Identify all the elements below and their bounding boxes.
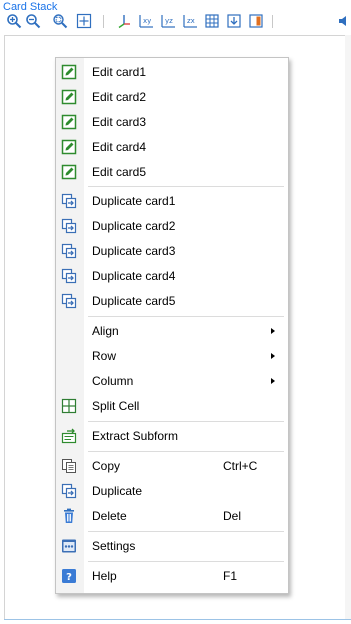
shortcut-label: Del — [223, 509, 242, 523]
svg-text:xy: xy — [143, 17, 151, 25]
menu-item-edit-card5[interactable]: Edit card5 — [56, 160, 288, 184]
download-icon[interactable] — [225, 12, 243, 30]
menu-item-label: Duplicate card5 — [92, 294, 176, 308]
edit-icon — [61, 89, 77, 105]
menu-item-settings[interactable]: Settings — [56, 534, 288, 558]
duplicate-icon — [61, 193, 77, 209]
menu-item-label: Help — [92, 569, 117, 583]
menu-item-extract-subform[interactable]: Extract Subform — [56, 424, 288, 448]
duplicate-icon — [61, 293, 77, 309]
menu-separator — [88, 186, 284, 187]
split-cell-icon — [61, 398, 77, 414]
zoom-box-icon[interactable] — [51, 12, 69, 30]
menu-item-edit-card3[interactable]: Edit card3 — [56, 110, 288, 134]
edit-icon — [61, 139, 77, 155]
menu-item-duplicate-card3[interactable]: Duplicate card3 — [56, 239, 288, 263]
menu-item-label: Edit card1 — [92, 65, 147, 79]
menu-item-align[interactable]: Align — [56, 319, 288, 343]
submenu-arrow-icon — [271, 328, 275, 334]
menu-item-label: Row — [92, 349, 117, 363]
shortcut-label: F1 — [223, 569, 238, 583]
settings-icon — [61, 538, 77, 554]
menu-item-label: Copy — [92, 459, 121, 473]
menu-item-row[interactable]: Row — [56, 344, 288, 368]
menu-item-help[interactable]: ? Help F1 — [56, 564, 288, 588]
menu-item-label: Edit card2 — [92, 90, 147, 104]
menu-item-label: Column — [92, 374, 134, 388]
menu-item-label: Duplicate card4 — [92, 269, 176, 283]
panel-bottom-border — [4, 619, 351, 620]
menu-item-label: Duplicate card3 — [92, 244, 176, 258]
duplicate-icon — [61, 218, 77, 234]
menu-item-duplicate-card2[interactable]: Duplicate card2 — [56, 214, 288, 238]
menu-item-label: Edit card5 — [92, 165, 147, 179]
duplicate-icon — [61, 483, 77, 499]
menu-item-split-cell[interactable]: Split Cell — [56, 394, 288, 418]
panel-icon[interactable] — [247, 12, 265, 30]
menu-item-label: Duplicate — [92, 484, 143, 498]
duplicate-icon — [61, 243, 77, 259]
menu-item-duplicate-card4[interactable]: Duplicate card4 — [56, 264, 288, 288]
table-icon[interactable] — [203, 12, 221, 30]
copy-icon — [61, 458, 77, 474]
menu-item-edit-card1[interactable]: Edit card1 — [56, 60, 288, 84]
delete-icon — [61, 508, 77, 524]
shortcut-label: Ctrl+C — [223, 459, 258, 473]
menu-separator — [88, 451, 284, 452]
submenu-arrow-icon — [271, 378, 275, 384]
menu-item-label: Extract Subform — [92, 429, 179, 443]
menu-separator — [88, 531, 284, 532]
menu-item-label: Duplicate card2 — [92, 219, 176, 233]
menu-separator — [88, 316, 284, 317]
scrollbar[interactable] — [345, 35, 351, 619]
svg-text:zx: zx — [187, 17, 195, 25]
menu-item-label: Delete — [92, 509, 127, 523]
svg-text:yz: yz — [165, 17, 173, 25]
xy-view-icon[interactable]: xy — [137, 12, 155, 30]
menu-item-label: Split Cell — [92, 399, 140, 413]
menu-item-label: Align — [92, 324, 119, 338]
menu-item-delete[interactable]: Delete Del — [56, 504, 288, 528]
toolbar-separator — [272, 15, 273, 28]
menu-separator — [88, 421, 284, 422]
menu-item-copy[interactable]: Copy Ctrl+C — [56, 454, 288, 478]
menu-item-column[interactable]: Column — [56, 369, 288, 393]
yz-view-icon[interactable]: yz — [159, 12, 177, 30]
context-menu: Edit card1 Edit card2 Edit card3 Edit ca… — [55, 57, 289, 594]
extract-subform-icon — [61, 428, 77, 444]
zoom-in-icon[interactable] — [5, 12, 23, 30]
submenu-arrow-icon — [271, 353, 275, 359]
menu-item-duplicate-card5[interactable]: Duplicate card5 — [56, 289, 288, 313]
help-icon: ? — [61, 568, 77, 584]
menu-item-edit-card2[interactable]: Edit card2 — [56, 85, 288, 109]
menu-item-duplicate[interactable]: Duplicate — [56, 479, 288, 503]
edit-icon — [61, 114, 77, 130]
svg-text:?: ? — [66, 572, 72, 583]
menu-item-label: Settings — [92, 539, 136, 553]
zoom-extents-icon[interactable] — [75, 12, 93, 30]
axis-icon[interactable] — [115, 12, 133, 30]
menu-item-label: Edit card3 — [92, 115, 147, 129]
edit-icon — [61, 64, 77, 80]
speaker-icon[interactable] — [337, 12, 351, 30]
menu-item-label: Edit card4 — [92, 140, 147, 154]
zoom-out-icon[interactable] — [24, 12, 42, 30]
zx-view-icon[interactable]: zx — [181, 12, 199, 30]
toolbar: xy yz zx — [0, 12, 351, 34]
edit-icon — [61, 164, 77, 180]
menu-item-edit-card4[interactable]: Edit card4 — [56, 135, 288, 159]
menu-separator — [88, 561, 284, 562]
duplicate-icon — [61, 268, 77, 284]
menu-item-label: Duplicate card1 — [92, 194, 176, 208]
toolbar-separator — [103, 15, 104, 28]
menu-item-duplicate-card1[interactable]: Duplicate card1 — [56, 189, 288, 213]
